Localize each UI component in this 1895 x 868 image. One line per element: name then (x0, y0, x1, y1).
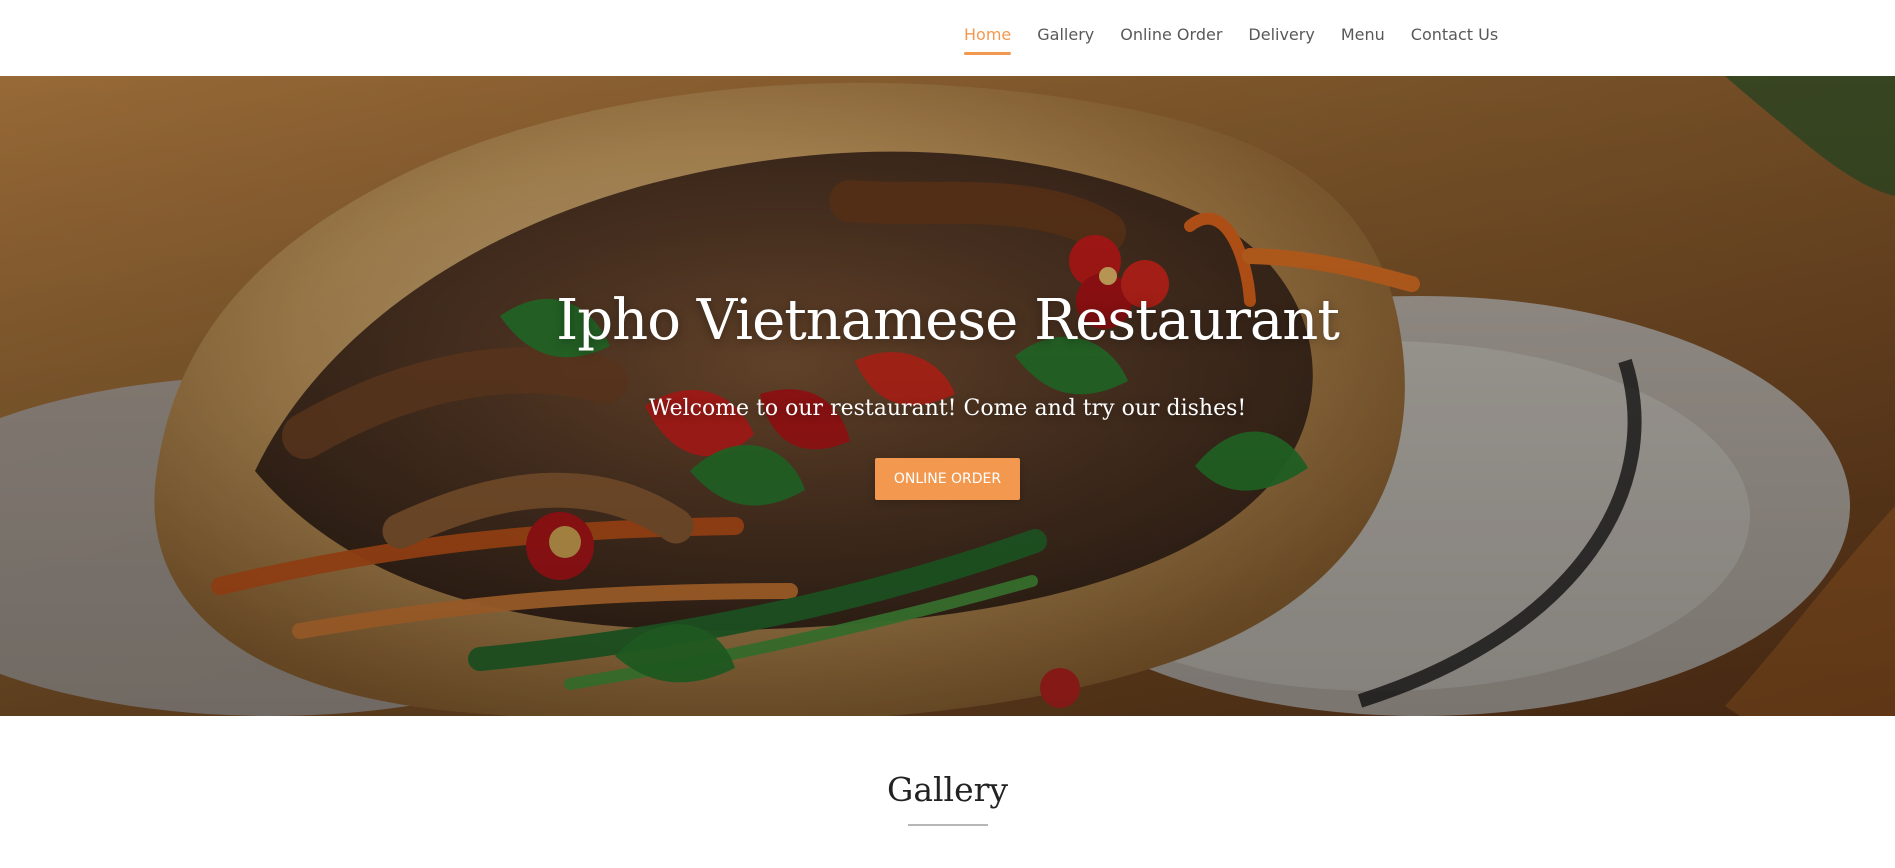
active-nav-underline (964, 52, 1012, 55)
gallery-heading-divider (908, 824, 988, 826)
nav-delivery-label: Delivery (1248, 25, 1315, 44)
nav-home-label: Home (964, 25, 1012, 44)
main-navigation: Home Gallery Online Order Delivery Menu … (964, 0, 1498, 76)
nav-menu-label: Menu (1340, 25, 1385, 44)
online-order-button[interactable]: ONLINE ORDER (875, 458, 1020, 500)
nav-gallery-label: Gallery (1037, 25, 1095, 44)
gallery-heading: Gallery (886, 770, 1009, 809)
restaurant-homepage: Home Gallery Online Order Delivery Menu … (0, 0, 1895, 868)
nav-online-order-label: Online Order (1120, 25, 1223, 44)
site-header: Home Gallery Online Order Delivery Menu … (0, 0, 1895, 76)
hero-subtitle: Welcome to our restaurant! Come and try … (648, 396, 1247, 421)
nav-contact-us-label: Contact Us (1410, 25, 1499, 44)
hero-title: Ipho Vietnamese Restaurant (556, 288, 1340, 353)
nav-home-link[interactable]: Home (964, 0, 1012, 55)
nav-contact-us-link[interactable]: Contact Us (1411, 0, 1498, 51)
gallery-section: Gallery (0, 716, 1895, 868)
nav-delivery-link[interactable]: Delivery (1248, 0, 1314, 51)
nav-gallery-link[interactable]: Gallery (1037, 0, 1094, 51)
hero-content: Ipho Vietnamese Restaurant Welcome to ou… (0, 76, 1895, 716)
hero-banner: Ipho Vietnamese Restaurant Welcome to ou… (0, 76, 1895, 716)
nav-online-order-link[interactable]: Online Order (1120, 0, 1222, 51)
nav-menu-link[interactable]: Menu (1341, 0, 1385, 51)
